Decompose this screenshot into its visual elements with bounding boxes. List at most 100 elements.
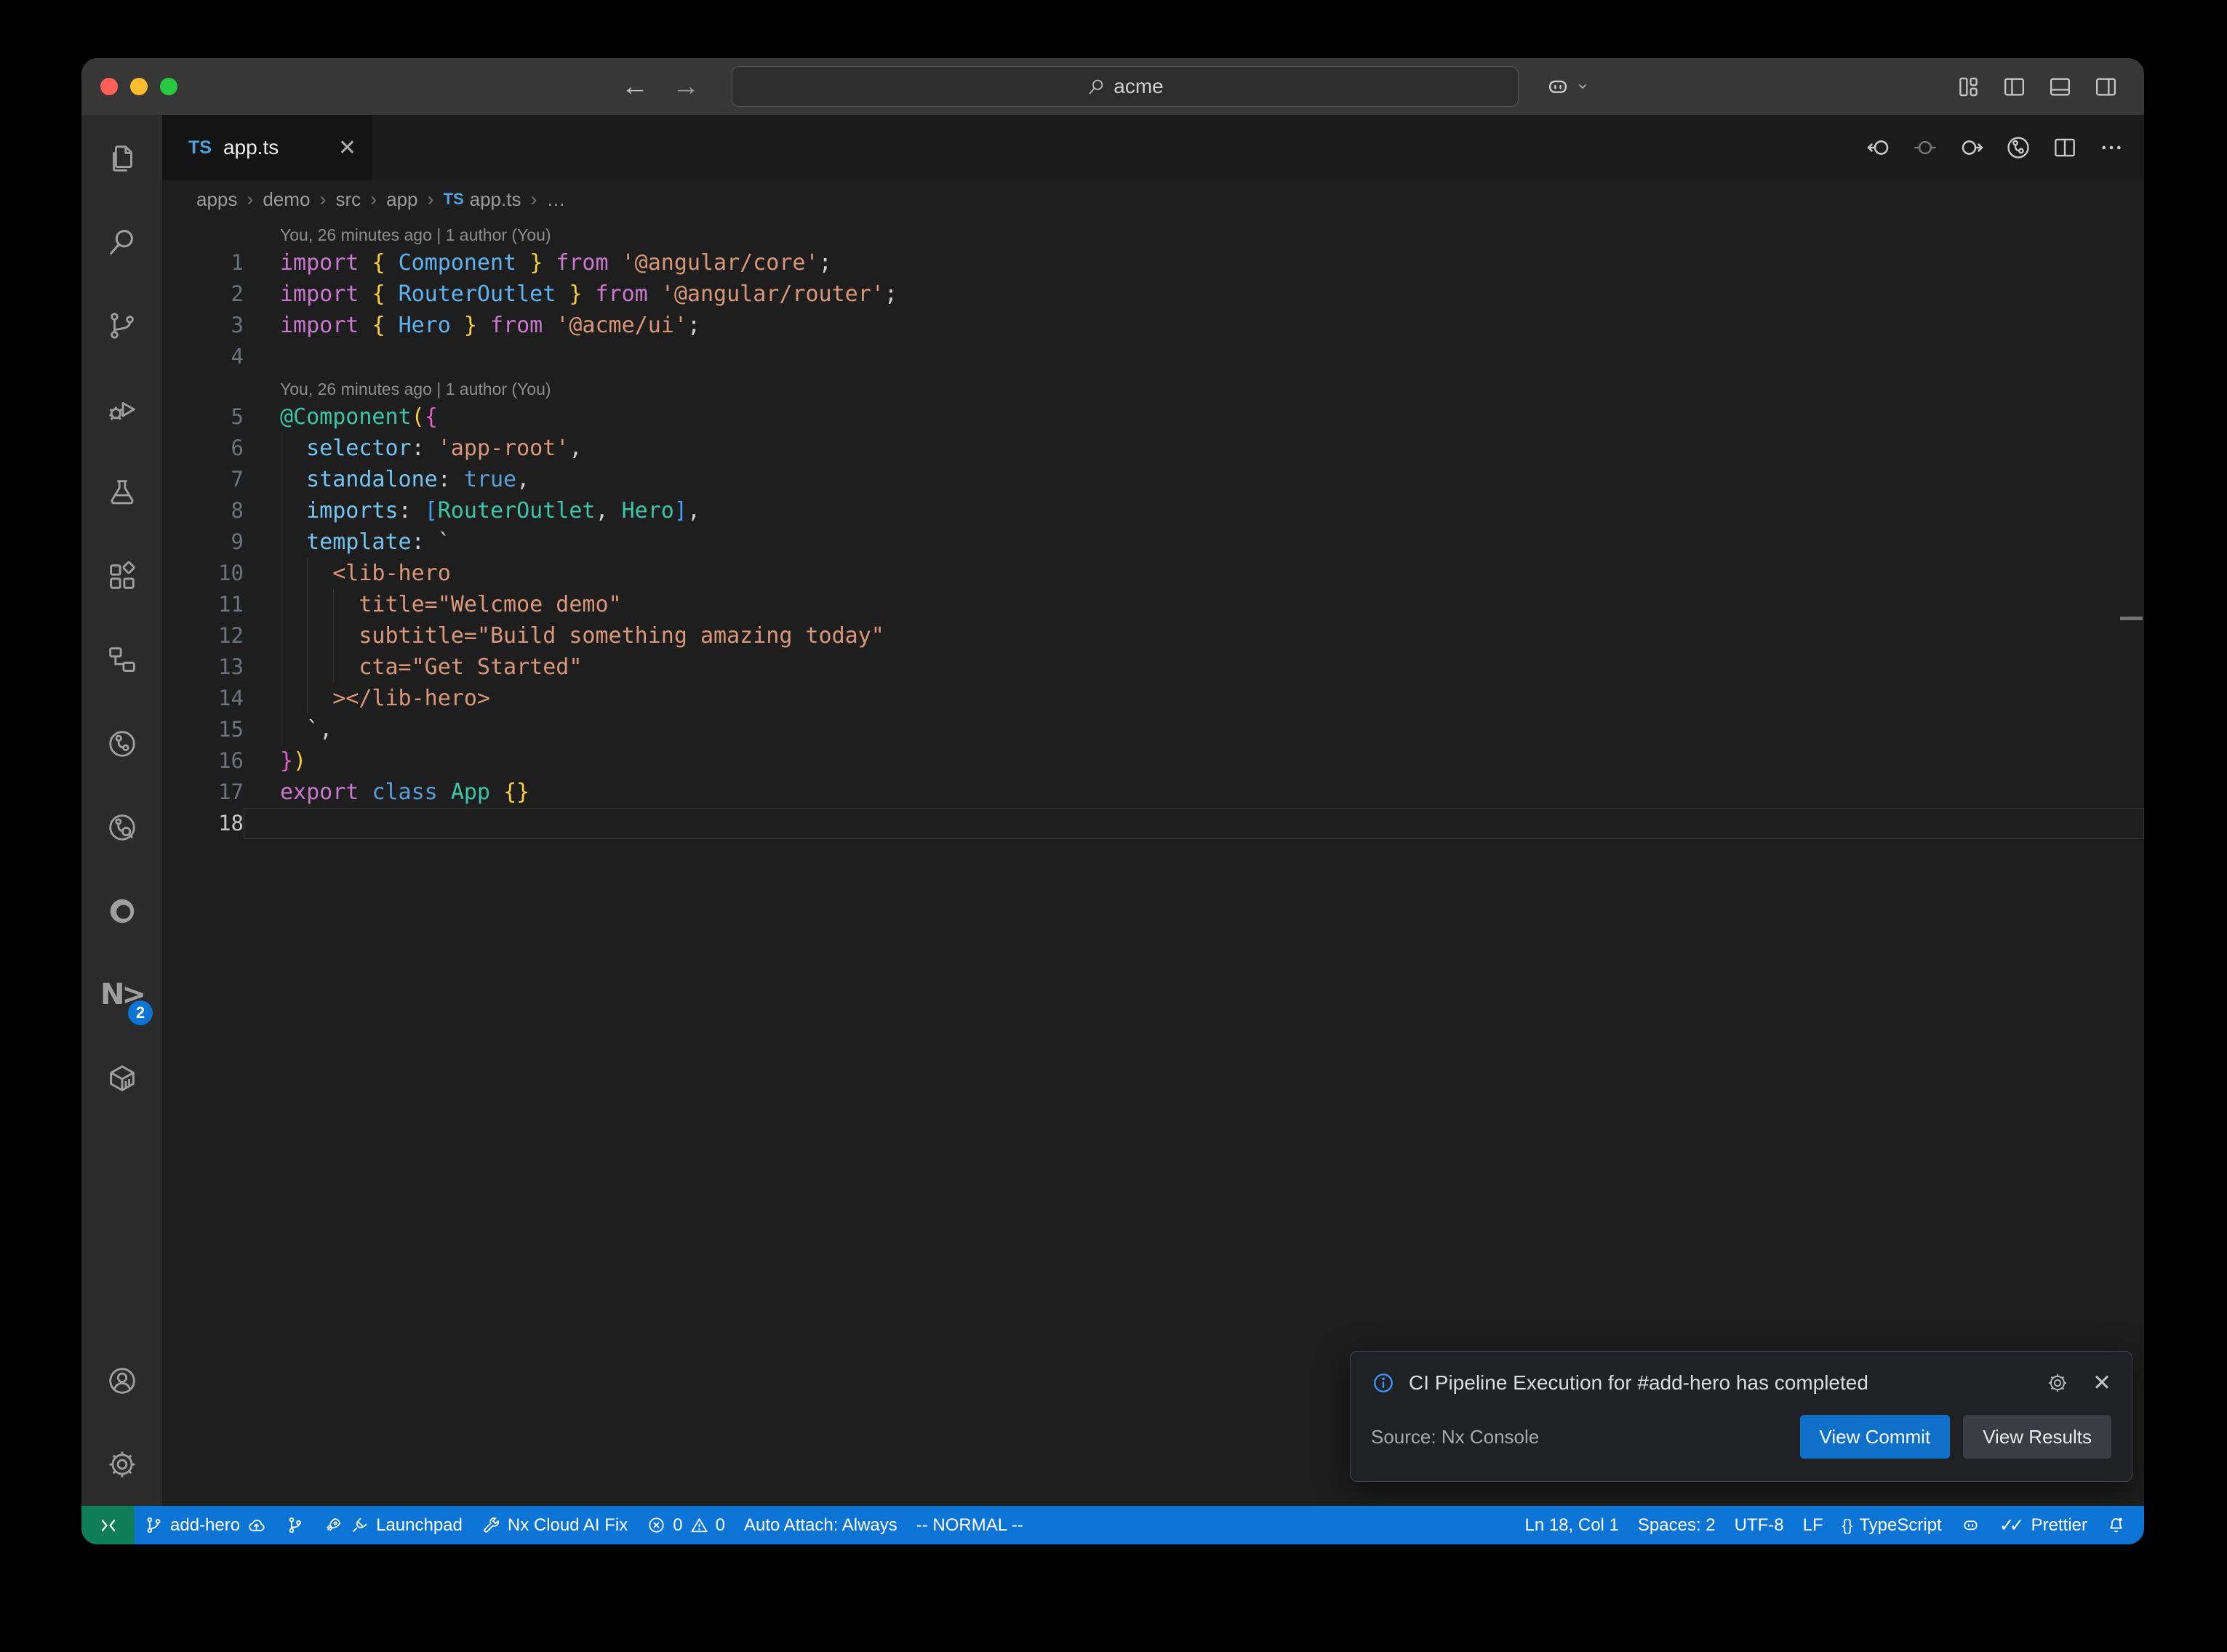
code-line[interactable]: 6 selector: 'app-root',: [162, 433, 2144, 464]
activity-item-edge-tools[interactable]: [81, 869, 162, 953]
breadcrumb-item-demo[interactable]: demo: [263, 188, 310, 211]
status-language-mode[interactable]: {}TypeScript: [1833, 1506, 1951, 1544]
split-editor-button[interactable]: [2051, 134, 2079, 161]
code-line[interactable]: 16}): [162, 745, 2144, 777]
customize-layout-button[interactable]: [1955, 73, 1982, 100]
status-nx-cloud-ai-fix-button[interactable]: Nx Cloud AI Fix: [472, 1506, 637, 1544]
status-launchpad-button[interactable]: Launchpad: [314, 1506, 472, 1544]
indent-guide: [333, 589, 334, 683]
more-actions-button[interactable]: [2098, 134, 2125, 161]
breadcrumb-item-appts[interactable]: TSapp.ts: [444, 188, 521, 211]
command-center[interactable]: acme: [732, 66, 1519, 107]
badge-count: 2: [128, 1001, 153, 1025]
go-forward-button[interactable]: →: [672, 71, 700, 103]
breadcrumb-item-src[interactable]: src: [335, 188, 361, 211]
maximize-window-button[interactable]: [160, 78, 177, 95]
toggle-secondary-sidebar-button[interactable]: [2092, 73, 2119, 100]
code-line[interactable]: 12 subtitle="Build something amazing tod…: [162, 620, 2144, 651]
activity-item-explorer[interactable]: [81, 116, 162, 200]
status-cursor-position[interactable]: Ln 18, Col 1: [1515, 1506, 1628, 1544]
status-label: TypeScript: [1859, 1515, 1941, 1536]
line-content: standalone: true,: [244, 464, 2144, 495]
notification-settings-button[interactable]: [2046, 1371, 2069, 1395]
code-line[interactable]: 18: [162, 808, 2144, 839]
tab-label: app.ts: [223, 136, 327, 159]
status-commit-graph-button[interactable]: [276, 1506, 314, 1544]
code-line[interactable]: 14 ></lib-hero>: [162, 683, 2144, 714]
status-indentation[interactable]: Spaces: 2: [1628, 1506, 1725, 1544]
code-line[interactable]: 4: [162, 341, 2144, 372]
activity-item-gitlens[interactable]: [81, 702, 162, 785]
view-results-button[interactable]: View Results: [1963, 1415, 2111, 1459]
gitlens-icon: [2004, 134, 2032, 161]
code-line[interactable]: 3import { Hero } from '@acme/ui';: [162, 310, 2144, 341]
activity-item-nx-console[interactable]: N>2: [81, 953, 162, 1036]
status-vim-mode[interactable]: -- NORMAL --: [907, 1506, 1033, 1544]
line-number: 18: [162, 808, 244, 839]
gear-icon: [2046, 1371, 2069, 1395]
view-commit-button[interactable]: View Commit: [1800, 1415, 1951, 1459]
status-notifications-bell[interactable]: [2097, 1506, 2135, 1544]
activity-item-run-debug[interactable]: [81, 367, 162, 451]
line-number: 13: [162, 651, 244, 683]
code-editor[interactable]: You, 26 minutes ago | 1 author (You)1imp…: [162, 218, 2144, 1506]
activity-item-hierarchy[interactable]: [81, 618, 162, 702]
code-line[interactable]: 9 template: `: [162, 526, 2144, 558]
line-number: 11: [162, 589, 244, 620]
tab-app-ts[interactable]: TS app.ts ✕: [162, 115, 372, 180]
toggle-primary-sidebar-button[interactable]: [2001, 73, 2028, 100]
status-label: 0: [716, 1515, 725, 1536]
status-encoding[interactable]: UTF-8: [1725, 1506, 1794, 1544]
close-tab-button[interactable]: ✕: [338, 135, 356, 161]
status-auto-attach[interactable]: Auto Attach: Always: [735, 1506, 907, 1544]
gitlens-back-button[interactable]: [1865, 134, 1892, 161]
code-line[interactable]: 2import { RouterOutlet } from '@angular/…: [162, 278, 2144, 310]
code-line[interactable]: 5@Component({: [162, 401, 2144, 433]
status-label: UTF-8: [1735, 1515, 1784, 1536]
activity-item-gitlens-inspect[interactable]: [81, 785, 162, 869]
copilot-menu-button[interactable]: [1545, 58, 1591, 115]
close-window-button[interactable]: [100, 78, 118, 95]
activity-item-accounts[interactable]: [81, 1339, 162, 1422]
go-back-button[interactable]: ←: [621, 71, 649, 103]
activity-item-source-control[interactable]: [81, 284, 162, 367]
history-nav: ← →: [621, 58, 700, 115]
activity-item-testing[interactable]: [81, 451, 162, 534]
code-line[interactable]: 1import { Component } from '@angular/cor…: [162, 247, 2144, 278]
status-label: 0: [673, 1515, 682, 1536]
code-line[interactable]: 11 title="Welcmoe demo": [162, 589, 2144, 620]
activity-item-extensions[interactable]: [81, 534, 162, 618]
minimize-window-button[interactable]: [130, 78, 148, 95]
notification-close-button[interactable]: ✕: [2092, 1370, 2111, 1396]
code-line[interactable]: 17export class App {}: [162, 777, 2144, 808]
code-line[interactable]: 15 `,: [162, 714, 2144, 745]
breadcrumb-separator: ›: [319, 188, 326, 211]
code-line[interactable]: 10 <lib-hero: [162, 558, 2144, 589]
status-eol[interactable]: LF: [1794, 1506, 1833, 1544]
status-formatter-prettier[interactable]: ✓✓Prettier: [1990, 1506, 2097, 1544]
toggle-panel-button[interactable]: [2047, 73, 2074, 100]
code-token: `: [438, 529, 451, 555]
breadcrumb-item-apps[interactable]: apps: [196, 188, 237, 211]
breadcrumb-item-app[interactable]: app: [386, 188, 417, 211]
remote-indicator[interactable]: [81, 1506, 135, 1544]
gitlens-forward-button[interactable]: [1958, 134, 1986, 161]
activity-item-search[interactable]: [81, 200, 162, 284]
code-line[interactable]: 13 cta="Get Started": [162, 651, 2144, 683]
more-actions-icon: [2098, 134, 2125, 161]
gitlens-current-button[interactable]: [1911, 134, 1939, 161]
activity-item-containers[interactable]: [81, 1036, 162, 1120]
activity-item-settings[interactable]: [81, 1422, 162, 1506]
code-token: [385, 281, 399, 307]
desktop: { "colors": { "status_blue": "#0b74d4", …: [0, 0, 2227, 1652]
status-branch-status[interactable]: add-hero: [135, 1506, 276, 1544]
search-icon: [1087, 77, 1106, 97]
notification-title: CI Pipeline Execution for #add-hero has …: [1409, 1371, 2033, 1395]
status-problems-button[interactable]: 00: [637, 1506, 735, 1544]
breadcrumb-item-[interactable]: …: [546, 188, 565, 211]
code-line[interactable]: 8 imports: [RouterOutlet, Hero],: [162, 495, 2144, 526]
gitlens-graph-button[interactable]: [2004, 134, 2032, 161]
code-line[interactable]: 7 standalone: true,: [162, 464, 2144, 495]
settings-icon: [105, 1448, 139, 1481]
status-copilot-status[interactable]: [1951, 1506, 1990, 1544]
